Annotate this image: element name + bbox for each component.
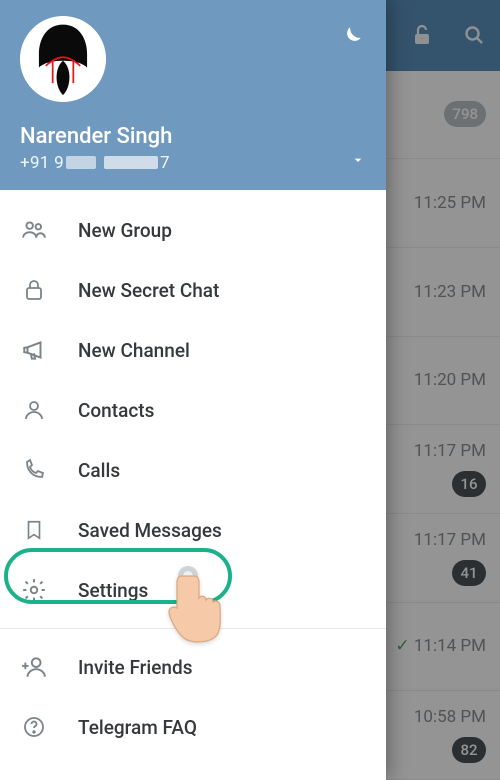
user-phone: +91 97	[20, 153, 366, 173]
menu-item-new-group[interactable]: New Group	[0, 200, 386, 260]
phone-mask	[66, 156, 96, 169]
group-icon	[20, 217, 48, 243]
menu-item-calls[interactable]: Calls	[0, 440, 386, 500]
help-icon	[20, 715, 48, 739]
person-icon	[20, 398, 48, 422]
person-add-icon	[20, 654, 48, 680]
menu-item-saved-messages[interactable]: Saved Messages	[0, 500, 386, 560]
menu-label: New Group	[78, 219, 172, 242]
drawer-header: Narender Singh +91 97	[0, 0, 386, 190]
user-name: Narender Singh	[20, 124, 366, 149]
menu-item-contacts[interactable]: Contacts	[0, 380, 386, 440]
menu-item-telegram-faq[interactable]: Telegram FAQ	[0, 697, 386, 757]
menu-label: Telegram FAQ	[78, 716, 197, 739]
menu-label: New Secret Chat	[78, 279, 219, 302]
phone-mask	[104, 156, 158, 169]
menu-item-invite-friends[interactable]: Invite Friends	[0, 637, 386, 697]
menu-label: Contacts	[78, 399, 154, 422]
drawer-menu: New Group New Secret Chat New Channel Co…	[0, 190, 386, 780]
menu-item-new-secret-chat[interactable]: New Secret Chat	[0, 260, 386, 320]
megaphone-icon	[20, 337, 48, 363]
avatar[interactable]	[20, 16, 106, 102]
menu-item-settings[interactable]: Settings	[0, 560, 386, 620]
menu-label: Saved Messages	[78, 519, 222, 542]
menu-label: Calls	[78, 459, 120, 482]
navigation-drawer: Narender Singh +91 97 New Group New Secr…	[0, 0, 386, 780]
menu-label: Settings	[78, 579, 148, 602]
gear-icon	[20, 577, 48, 603]
bookmark-icon	[20, 518, 48, 542]
menu-item-new-channel[interactable]: New Channel	[0, 320, 386, 380]
phone-icon	[20, 458, 48, 482]
night-mode-icon[interactable]	[338, 24, 364, 50]
menu-label: Invite Friends	[78, 656, 192, 679]
chevron-down-icon[interactable]	[350, 152, 366, 168]
menu-separator	[0, 628, 386, 629]
menu-label: New Channel	[78, 339, 190, 362]
lock-icon	[20, 278, 48, 302]
